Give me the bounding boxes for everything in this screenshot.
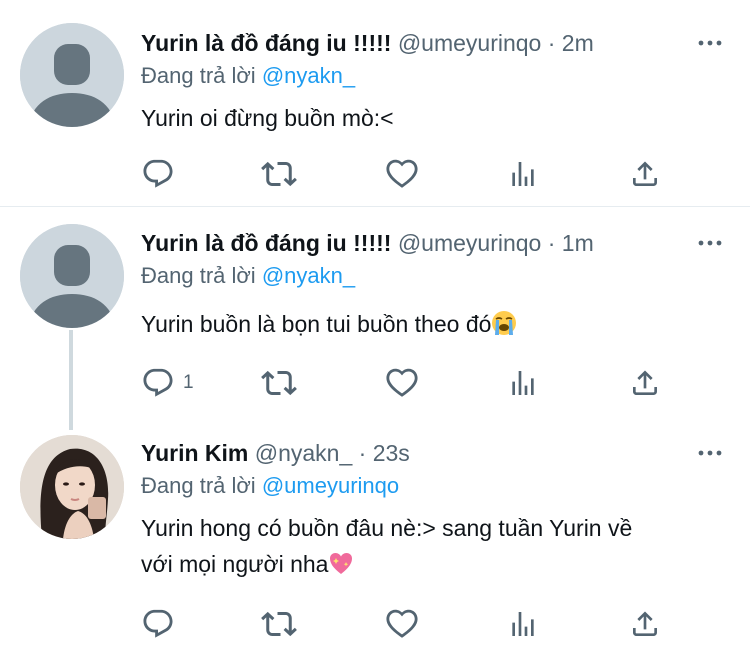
tweet-text: Yurin buồn là bọn tui buồn theo đó — [141, 306, 731, 342]
tweet-text-line-wrap: với mọi người nha — [141, 546, 731, 582]
sparkling-heart-icon — [330, 553, 353, 574]
replying-to: Đang trả lời @nyakn_ — [141, 62, 355, 90]
replying-to: Đang trả lời @umeyurinqo — [141, 472, 399, 500]
analytics-icon — [507, 608, 539, 640]
analytics-icon — [507, 158, 539, 190]
retweet-button[interactable] — [261, 365, 297, 401]
like-icon — [385, 157, 419, 191]
replying-to-label: Đang trả lời — [141, 263, 256, 288]
share-button[interactable] — [629, 606, 661, 642]
avatar[interactable] — [20, 435, 124, 539]
share-button[interactable] — [629, 156, 661, 192]
more-icon — [698, 38, 722, 48]
views-button[interactable] — [507, 156, 539, 192]
like-icon — [385, 607, 419, 641]
like-button[interactable] — [385, 606, 419, 642]
reply-button[interactable] — [141, 156, 183, 192]
share-icon — [629, 158, 661, 190]
reply-button[interactable]: 1 — [141, 365, 194, 401]
profile-photo — [20, 435, 124, 539]
timestamp[interactable]: 1m — [562, 230, 594, 256]
more-button[interactable] — [690, 232, 730, 254]
retweet-button[interactable] — [261, 606, 297, 642]
avatar[interactable] — [20, 23, 124, 127]
tweet-actions — [141, 156, 701, 192]
like-button[interactable] — [385, 156, 419, 192]
tweet-text-line: với mọi người nha — [141, 551, 329, 577]
more-icon — [698, 238, 722, 248]
tweet-text: Yurin hong có buồn đâu nè:> sang tuần Yu… — [141, 510, 731, 582]
separator-dot: · — [547, 30, 556, 56]
retweet-icon — [261, 365, 297, 401]
tweet-text-line: Yurin hong có buồn đâu nè:> sang tuần Yu… — [141, 515, 633, 541]
separator-dot: · — [358, 440, 367, 466]
tweet-text-content: Yurin oi đừng buồn mò:< — [141, 105, 394, 131]
avatar[interactable] — [20, 224, 124, 328]
replying-to-label: Đang trả lời — [141, 63, 256, 88]
tweet-text-content: Yurin buồn là bọn tui buồn theo đó — [141, 311, 492, 337]
analytics-icon — [507, 367, 539, 399]
more-button[interactable] — [690, 442, 730, 464]
retweet-button[interactable] — [261, 156, 297, 192]
tweet-header: Yurin Kim @nyakn_ · 23s — [141, 439, 410, 467]
separator-dot: · — [547, 230, 556, 256]
share-icon — [629, 367, 661, 399]
mention-link[interactable]: @nyakn_ — [262, 63, 355, 88]
user-handle[interactable]: @umeyurinqo — [398, 230, 542, 256]
like-button[interactable] — [385, 365, 419, 401]
views-button[interactable] — [507, 365, 539, 401]
tweet[interactable]: Yurin là đồ đáng iu !!!!! @umeyurinqo · … — [0, 207, 750, 422]
tweet-header: Yurin là đồ đáng iu !!!!! @umeyurinqo · … — [141, 29, 594, 57]
tweet-actions — [141, 606, 701, 642]
timestamp[interactable]: 2m — [562, 30, 594, 56]
reply-icon — [141, 366, 175, 400]
more-button[interactable] — [690, 32, 730, 54]
reply-icon — [141, 607, 175, 641]
tweet-header: Yurin là đồ đáng iu !!!!! @umeyurinqo · … — [141, 229, 594, 257]
share-button[interactable] — [629, 365, 661, 401]
retweet-icon — [261, 606, 297, 642]
user-handle[interactable]: @umeyurinqo — [398, 30, 542, 56]
reply-icon — [141, 157, 175, 191]
views-button[interactable] — [507, 606, 539, 642]
tweet[interactable]: Yurin là đồ đáng iu !!!!! @umeyurinqo · … — [0, 0, 750, 206]
like-icon — [385, 366, 419, 400]
more-icon — [698, 448, 722, 458]
retweet-icon — [261, 156, 297, 192]
user-handle[interactable]: @nyakn_ — [255, 440, 353, 466]
default-avatar-icon — [20, 23, 124, 127]
tweet-text: Yurin oi đừng buồn mò:< — [141, 100, 731, 136]
display-name[interactable]: Yurin là đồ đáng iu !!!!! — [141, 230, 391, 256]
tweet-actions: 1 — [141, 365, 701, 401]
timestamp[interactable]: 23s — [373, 440, 410, 466]
tweet[interactable]: Yurin Kim @nyakn_ · 23s Đang trả lời @um… — [0, 422, 750, 654]
reply-count: 1 — [183, 372, 194, 393]
default-avatar-icon — [20, 224, 124, 328]
replying-to: Đang trả lời @nyakn_ — [141, 262, 355, 290]
share-icon — [629, 608, 661, 640]
replying-to-label: Đang trả lời — [141, 473, 256, 498]
display-name[interactable]: Yurin là đồ đáng iu !!!!! — [141, 30, 391, 56]
mention-link[interactable]: @umeyurinqo — [262, 473, 399, 498]
reply-button[interactable] — [141, 606, 183, 642]
loudly-crying-face-icon — [492, 311, 517, 335]
display-name[interactable]: Yurin Kim — [141, 440, 248, 466]
mention-link[interactable]: @nyakn_ — [262, 263, 355, 288]
